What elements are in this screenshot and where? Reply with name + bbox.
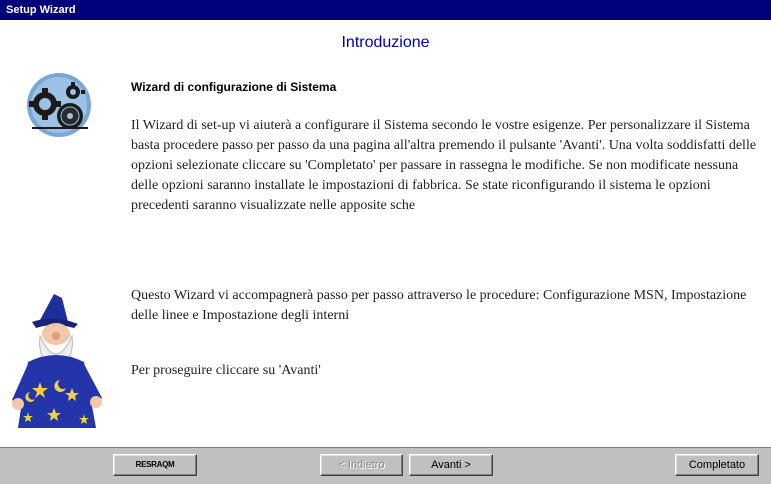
continue-instruction: Per proseguire cliccare su 'Avanti' [131,363,321,378]
procedures-paragraph: Questo Wizard vi accompagnerà passo per … [131,288,747,323]
intro-paragraph: Il Wizard di set-up vi aiuterà a configu… [131,118,757,213]
content-area [6,56,765,444]
logo-button[interactable]: RESRAQM [113,454,197,476]
wizard-subtitle: Wizard di configurazione di Sistema [131,80,337,94]
complete-button[interactable]: Completato [675,454,759,476]
back-button[interactable]: < Indietro [320,454,403,476]
wizard-character [10,292,106,439]
page-heading: Introduzione [341,34,430,51]
next-button[interactable]: Avanti > [409,454,493,476]
window-title-bar: Setup Wizard [0,0,771,20]
gear-disk-icon [18,70,100,145]
